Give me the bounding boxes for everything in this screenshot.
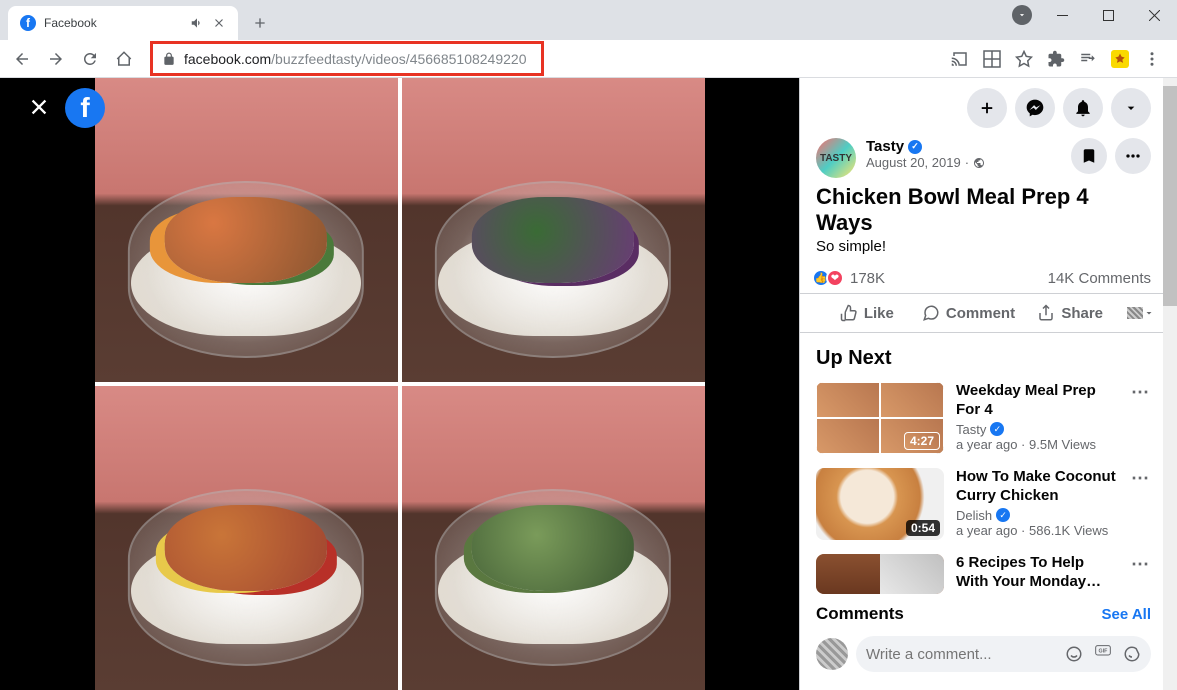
comments-header: Comments See All (800, 596, 1177, 630)
tab-title: Facebook (44, 16, 182, 30)
bookmark-star-icon[interactable] (1015, 50, 1033, 68)
cast-icon[interactable] (951, 50, 969, 68)
browser-tab[interactable]: f Facebook (8, 6, 238, 40)
create-button[interactable] (967, 88, 1007, 128)
food-bowl-2 (402, 78, 705, 382)
post-date: August 20, 2019· (866, 155, 1061, 170)
upnext-meta: a year ago · 586.1K Views (956, 523, 1119, 538)
facebook-favicon: f (20, 15, 36, 31)
new-tab-button[interactable] (246, 9, 274, 37)
forward-button[interactable] (42, 45, 70, 73)
food-bowl-1 (95, 78, 398, 382)
upnext-more-icon[interactable]: ⋯ (1131, 468, 1151, 540)
svg-text:GIF: GIF (1099, 649, 1109, 655)
sticker-icon[interactable] (1123, 645, 1141, 663)
emoji-icon[interactable] (1065, 645, 1083, 663)
window-controls (1005, 0, 1177, 30)
reading-list-icon[interactable] (1079, 50, 1097, 68)
verified-badge-icon: ✓ (990, 422, 1004, 436)
upnext-thumbnail (816, 554, 944, 594)
grid-extension-icon[interactable] (983, 50, 1001, 68)
verified-badge-icon: ✓ (996, 508, 1010, 522)
home-button[interactable] (110, 45, 138, 73)
video-thumbnail-grid (95, 78, 705, 690)
comment-input-wrapper[interactable]: GIF (856, 636, 1151, 672)
reaction-count[interactable]: 👍 ❤ 178K (816, 269, 885, 287)
verified-badge-icon: ✓ (908, 140, 922, 154)
post-more-button[interactable] (1115, 138, 1151, 174)
upnext-thumbnail: 0:54 (816, 468, 944, 540)
share-button[interactable]: Share (1019, 298, 1121, 328)
back-button[interactable] (8, 45, 36, 73)
upnext-source: Delish✓ (956, 508, 1119, 523)
up-next-heading: Up Next (800, 333, 1177, 378)
account-menu-button[interactable] (1111, 88, 1151, 128)
see-all-link[interactable]: See All (1102, 606, 1151, 623)
upnext-more-icon[interactable]: ⋯ (1131, 554, 1151, 594)
post-caption: So simple! (800, 236, 1177, 263)
user-avatar[interactable] (816, 638, 848, 670)
main-content: f TASTY Tasty ✓ August 20, 2019· (0, 78, 1177, 690)
url-text: facebook.com/buzzfeedtasty/videos/456685… (184, 51, 527, 67)
reload-button[interactable] (76, 45, 104, 73)
food-bowl-3 (95, 386, 398, 690)
video-player-area[interactable]: f (0, 78, 799, 690)
action-dropdown[interactable] (1121, 298, 1161, 328)
upnext-meta: a year ago · 9.5M Views (956, 437, 1119, 452)
upnext-item[interactable]: 0:54 How To Make Coconut Curry Chicken D… (800, 464, 1177, 550)
reactions-row: 👍 ❤ 178K 14K Comments (800, 263, 1177, 294)
tab-close-icon[interactable] (212, 16, 226, 30)
address-bar[interactable]: facebook.com/buzzfeedtasty/videos/456685… (150, 44, 939, 74)
maximize-button[interactable] (1085, 0, 1131, 30)
extensions-puzzle-icon[interactable] (1047, 50, 1065, 68)
profile-button[interactable] (1005, 0, 1039, 30)
messenger-button[interactable] (1015, 88, 1055, 128)
upnext-thumbnail: 4:27 (816, 382, 944, 454)
comment-button[interactable]: Comment (918, 298, 1020, 328)
upnext-title: Weekday Meal Prep For 4 (956, 382, 1119, 420)
upnext-source: Tasty✓ (956, 422, 1119, 437)
comment-input[interactable] (866, 646, 1065, 663)
minimize-button[interactable] (1039, 0, 1085, 30)
comment-count[interactable]: 14K Comments (1048, 270, 1151, 287)
upnext-more-icon[interactable]: ⋯ (1131, 382, 1151, 454)
tab-audio-icon[interactable] (190, 16, 204, 30)
sidebar-header-actions (800, 78, 1177, 138)
browser-toolbar: facebook.com/buzzfeedtasty/videos/456685… (0, 40, 1177, 78)
notifications-button[interactable] (1063, 88, 1103, 128)
page-name[interactable]: Tasty ✓ (866, 138, 1061, 155)
post-title: Chicken Bowl Meal Prep 4 Ways (800, 182, 1177, 236)
gif-icon[interactable]: GIF (1093, 645, 1113, 663)
post-action-row: Like Comment Share (800, 294, 1177, 333)
comments-heading: Comments (816, 604, 904, 624)
video-sidebar: TASTY Tasty ✓ August 20, 2019· Chicken B… (799, 78, 1177, 690)
upnext-item[interactable]: 4:27 Weekday Meal Prep For 4 Tasty✓ a ye… (800, 378, 1177, 464)
lock-icon (162, 52, 176, 66)
comment-composer: GIF (800, 630, 1177, 680)
love-reaction-icon: ❤ (826, 269, 844, 287)
pinned-extension-icon[interactable] (1111, 50, 1129, 68)
like-button[interactable]: Like (816, 298, 918, 328)
page-avatar[interactable]: TASTY (816, 138, 856, 178)
upnext-title: How To Make Coconut Curry Chicken (956, 468, 1119, 506)
globe-icon (973, 157, 985, 169)
window-titlebar: f Facebook (0, 0, 1177, 40)
upnext-title: 6 Recipes To Help With Your Monday… (956, 554, 1119, 592)
close-window-button[interactable] (1131, 0, 1177, 30)
food-bowl-4 (402, 386, 705, 690)
sidebar-scrollbar[interactable] (1163, 78, 1177, 690)
toolbar-extensions (951, 50, 1169, 68)
facebook-logo[interactable]: f (65, 88, 105, 128)
upnext-item[interactable]: 6 Recipes To Help With Your Monday… ⋯ (800, 550, 1177, 596)
save-video-button[interactable] (1071, 138, 1107, 174)
post-header: TASTY Tasty ✓ August 20, 2019· (800, 138, 1177, 178)
chrome-menu-icon[interactable] (1143, 50, 1161, 68)
close-video-button[interactable] (28, 96, 50, 118)
